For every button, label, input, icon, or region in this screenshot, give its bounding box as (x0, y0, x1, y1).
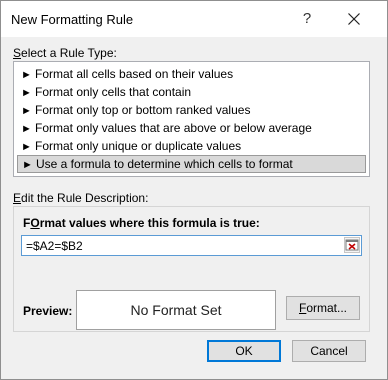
collapse-dialog-icon (345, 239, 359, 251)
close-button[interactable] (337, 7, 371, 31)
rule-type-item-selected[interactable]: ► Use a formula to determine which cells … (17, 155, 366, 173)
preview-label: Preview: (23, 304, 73, 318)
new-formatting-rule-dialog: New Formatting Rule ? Select a Rule Type… (0, 0, 388, 380)
preview-box: No Format Set (76, 290, 276, 330)
arrow-icon: ► (21, 87, 32, 99)
title-bar[interactable]: New Formatting Rule ? (1, 1, 387, 37)
arrow-icon: ► (21, 141, 32, 153)
dialog-title: New Formatting Rule (11, 12, 134, 27)
rule-type-item[interactable]: ► Format only unique or duplicate values (17, 137, 366, 155)
arrow-icon: ► (21, 123, 32, 135)
formula-input[interactable] (22, 236, 340, 255)
help-icon: ? (302, 10, 312, 27)
rule-type-item[interactable]: ► Format only cells that contain (17, 83, 366, 101)
ok-button[interactable]: OK (207, 340, 281, 362)
arrow-icon: ► (22, 159, 33, 171)
rule-type-list[interactable]: ► Format all cells based on their values … (13, 61, 370, 177)
collapse-dialog-button[interactable] (344, 237, 360, 253)
rule-type-item[interactable]: ► Format only top or bottom ranked values (17, 101, 366, 119)
formula-heading: FOrmat values where this formula is true… (23, 216, 260, 230)
rule-description-label: Edit the Rule Description: (13, 191, 149, 205)
format-button[interactable]: Format... (286, 296, 360, 320)
formula-field[interactable] (21, 235, 362, 256)
cancel-button[interactable]: Cancel (292, 340, 366, 362)
arrow-icon: ► (21, 69, 32, 81)
rule-description-panel: FOrmat values where this formula is true… (13, 206, 370, 332)
rule-type-item[interactable]: ► Format only values that are above or be… (17, 119, 366, 137)
rule-type-item[interactable]: ► Format all cells based on their values (17, 65, 366, 83)
help-button[interactable]: ? (290, 7, 324, 31)
close-icon (348, 13, 360, 25)
arrow-icon: ► (21, 105, 32, 117)
rule-type-label: Select a Rule Type: (13, 46, 117, 60)
